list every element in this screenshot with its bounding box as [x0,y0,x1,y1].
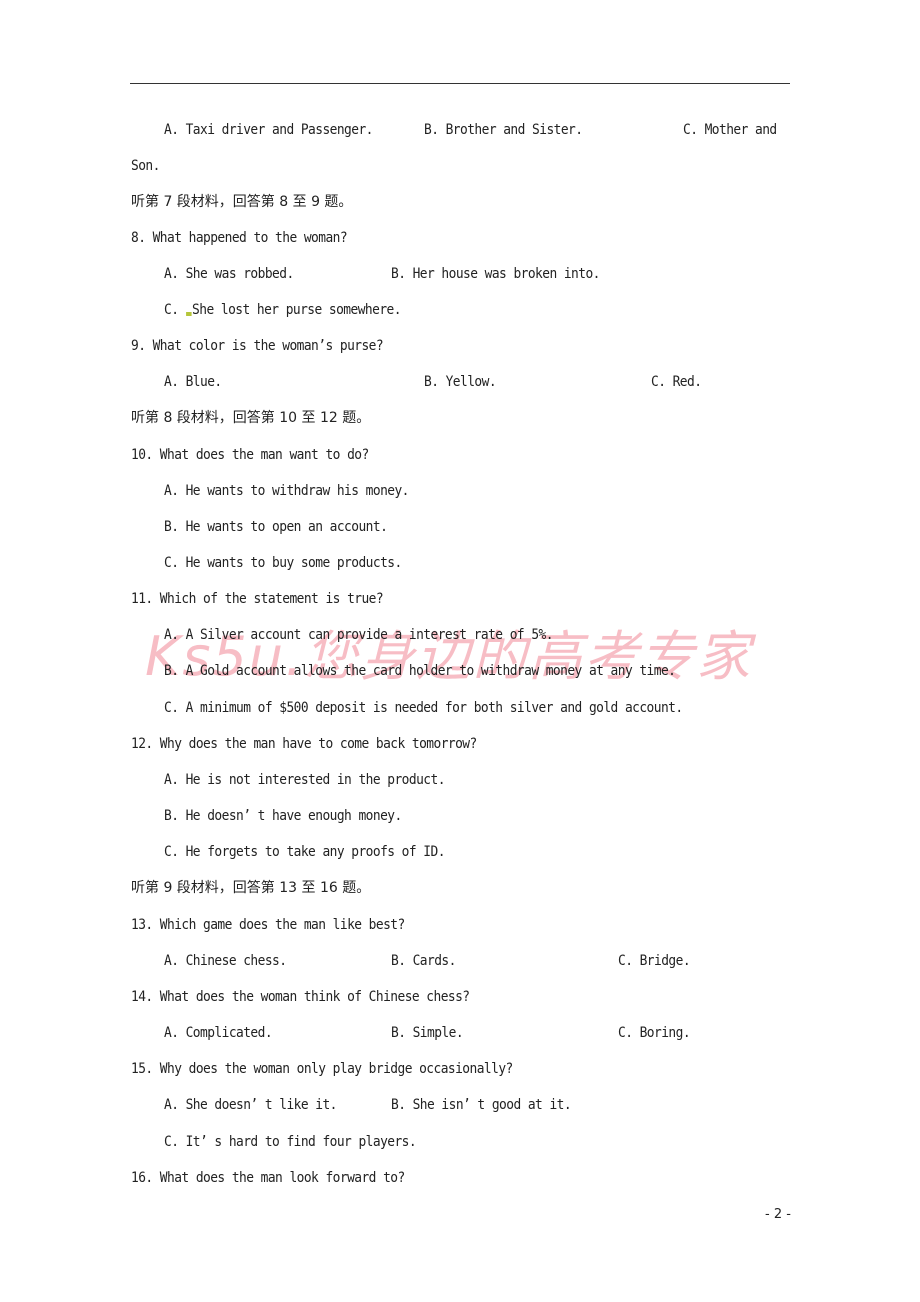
option-prev-c-cont: Son. [131,158,160,174]
question-13-option-a: A. Chinese chess. [164,953,287,969]
question-13-option-c: C. Bridge. [618,953,691,969]
edit-marker-icon [185,312,192,316]
question-14-option-a: A. Complicated. [164,1025,273,1041]
question-15: 15. Why does the woman only play bridge … [131,1061,513,1077]
question-12-option-b: B. He doesn’ t have enough money. [164,808,402,824]
question-11-option-a: A. A Silver account can provide a intere… [164,627,553,643]
option-text: She lost her purse somewhere. [192,302,401,318]
question-12: 12. Why does the man have to come back t… [131,736,477,752]
question-11-option-c: C. A minimum of $500 deposit is needed f… [164,700,683,716]
question-12-option-c: C. He forgets to take any proofs of ID. [164,844,445,860]
section-heading: 听第 9 段材料，回答第 13 至 16 题。 [131,880,371,896]
option-prev-b: B. Brother and Sister. [424,122,583,138]
question-8-option-c: C. She lost her purse somewhere. [164,301,401,319]
question-12-option-a: A. He is not interested in the product. [164,772,445,788]
question-8-option-b: B. Her house was broken into. [391,266,600,282]
question-15-option-a: A. She doesn’ t like it. [164,1097,337,1113]
question-13: 13. Which game does the man like best? [131,917,405,933]
question-11: 11. Which of the statement is true? [131,591,384,607]
section-heading: 听第 8 段材料，回答第 10 至 12 题。 [131,410,371,426]
question-10-option-a: A. He wants to withdraw his money. [164,483,409,499]
option-prev-c: C. Mother and [683,122,777,138]
question-14: 14. What does the woman think of Chinese… [131,989,470,1005]
section-heading: 听第 7 段材料，回答第 8 至 9 题。 [131,194,353,210]
question-16: 16. What does the man look forward to? [131,1170,405,1186]
question-8-option-a: A. She was robbed. [164,266,294,282]
question-15-option-b: B. She isn’ t good at it. [391,1097,572,1113]
question-10-option-c: C. He wants to buy some products. [164,555,402,571]
option-label: C. [164,302,186,318]
question-9-option-a: A. Blue. [164,374,222,390]
question-11-option-b: B. A Gold account allows the card holder… [164,663,676,679]
page-number: - 2 - [765,1207,791,1222]
header-rule [130,83,790,84]
question-15-option-c: C. It’ s hard to find four players. [164,1134,417,1150]
question-13-option-b: B. Cards. [391,953,456,969]
option-prev-a: A. Taxi driver and Passenger. [164,122,373,138]
question-10: 10. What does the man want to do? [131,447,369,463]
question-8: 8. What happened to the woman? [131,230,348,246]
question-14-option-c: C. Boring. [618,1025,691,1041]
question-14-option-b: B. Simple. [391,1025,464,1041]
question-9-option-b: B. Yellow. [424,374,497,390]
question-10-option-b: B. He wants to open an account. [164,519,388,535]
question-9-option-c: C. Red. [651,374,702,390]
question-9: 9. What color is the woman’s purse? [131,338,384,354]
